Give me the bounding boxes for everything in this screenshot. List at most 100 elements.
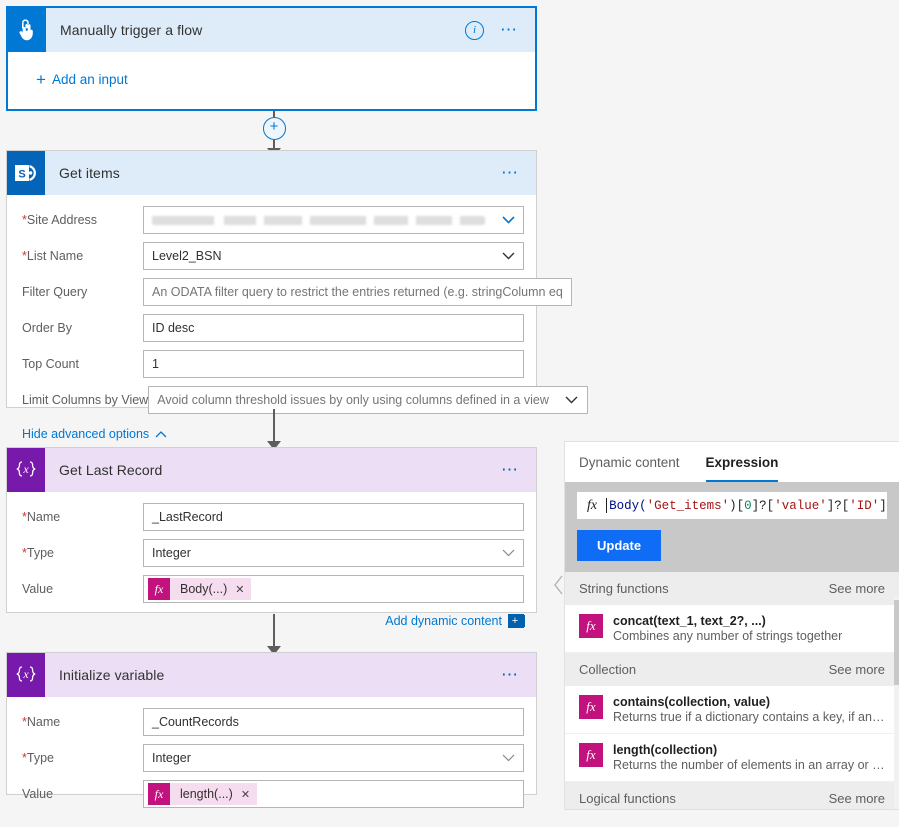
- remove-token-icon[interactable]: ✕: [235, 583, 244, 596]
- expression-input[interactable]: fx Body('Get_items')[0]?['value']?['ID']: [577, 492, 887, 519]
- card-header[interactable]: x Initialize variable ⋯: [7, 653, 536, 697]
- field-value: Integer: [152, 751, 191, 765]
- update-button[interactable]: Update: [577, 530, 662, 561]
- flow-card-initialize-variable[interactable]: x Initialize variable ⋯ *Name _CountReco…: [6, 652, 537, 808]
- variable-value-input[interactable]: fx length(...) ✕: [143, 780, 524, 808]
- add-step-button[interactable]: +: [262, 117, 286, 140]
- more-options-icon[interactable]: ⋯: [500, 21, 519, 38]
- token-pill[interactable]: length(...) ✕: [170, 783, 258, 805]
- filter-query-input[interactable]: An ODATA filter query to restrict the en…: [143, 278, 572, 306]
- card-title: Initialize variable: [59, 667, 165, 683]
- expression-token[interactable]: fx length(...) ✕: [144, 783, 258, 805]
- field-value: ID desc: [152, 321, 195, 335]
- chevron-down-icon[interactable]: [493, 252, 523, 260]
- card-header-actions: ⋯: [501, 666, 536, 683]
- see-more-link[interactable]: See more: [829, 662, 885, 677]
- tab-expression[interactable]: Expression: [705, 455, 779, 482]
- add-dynamic-content-link[interactable]: Add dynamic content: [385, 614, 502, 628]
- chevron-down-icon[interactable]: [493, 216, 523, 224]
- see-more-link[interactable]: See more: [829, 791, 885, 806]
- field-value: Integer: [152, 546, 191, 560]
- chevron-up-icon: [155, 427, 167, 441]
- field-value: 1: [152, 357, 159, 371]
- function-description: Combines any number of strings together: [613, 629, 843, 643]
- fx-icon: fx: [579, 614, 603, 638]
- fx-icon: fx: [579, 695, 603, 719]
- variable-name-input[interactable]: _CountRecords: [143, 708, 524, 736]
- redacted-value: [152, 215, 485, 225]
- remove-token-icon[interactable]: ✕: [241, 788, 250, 801]
- field-label: *Name: [22, 510, 61, 524]
- flow-canvas: Manually trigger a flow i ⋯ + Add an inp…: [0, 0, 588, 810]
- plus-icon: +: [36, 69, 46, 89]
- chevron-down-icon[interactable]: [493, 754, 523, 762]
- group-title: String functions: [579, 581, 669, 596]
- connector-arrow: [258, 409, 290, 450]
- group-title: Collection: [579, 662, 637, 677]
- group-title: Logical functions: [579, 791, 676, 806]
- function-signature: contains(collection, value): [613, 695, 770, 709]
- function-item[interactable]: fx concat(text_1, text_2?, ...) Combines…: [565, 605, 899, 653]
- hide-advanced-options-label: Hide advanced options: [22, 427, 150, 441]
- fx-icon: fx: [148, 783, 170, 805]
- variable-type-select[interactable]: Integer: [143, 539, 524, 567]
- field-value: Value fx Body(...) ✕: [7, 574, 536, 604]
- function-item[interactable]: fx length(collection) Returns the number…: [565, 734, 899, 782]
- card-header[interactable]: x Get Last Record ⋯: [7, 448, 536, 492]
- limit-columns-by-view-input[interactable]: Avoid column threshold issues by only us…: [148, 386, 588, 414]
- group-header-logical-functions: Logical functions See more: [565, 782, 899, 809]
- add-an-input-button[interactable]: + Add an input: [8, 66, 128, 89]
- more-options-icon[interactable]: ⋯: [501, 164, 520, 181]
- flow-card-get-items[interactable]: S Get items ⋯ *Site Address *List Name L…: [6, 150, 588, 441]
- site-address-input[interactable]: [143, 206, 524, 234]
- add-dynamic-content-icon[interactable]: +: [508, 614, 524, 628]
- sharepoint-icon: S: [7, 151, 45, 195]
- variable-name-input[interactable]: _LastRecord: [143, 503, 524, 531]
- top-count-input[interactable]: 1: [143, 350, 524, 378]
- function-description: Returns true if a dictionary contains a …: [613, 710, 885, 724]
- field-label: Filter Query: [22, 285, 88, 299]
- function-signature: length(collection): [613, 743, 718, 757]
- field-name: *Name _LastRecord: [7, 502, 536, 532]
- field-top-count: Top Count 1: [7, 349, 536, 379]
- card-header[interactable]: Manually trigger a flow i ⋯: [8, 8, 535, 52]
- field-label: *Type: [22, 546, 54, 560]
- field-placeholder: An ODATA filter query to restrict the en…: [152, 285, 563, 299]
- card-header-actions: i ⋯: [465, 20, 535, 40]
- fx-icon: fx: [579, 743, 603, 767]
- hide-advanced-options-link[interactable]: Hide advanced options: [7, 421, 167, 443]
- function-signature: concat(text_1, text_2?, ...): [613, 614, 766, 628]
- flow-card-trigger[interactable]: Manually trigger a flow i ⋯ + Add an inp…: [6, 6, 537, 111]
- more-options-icon[interactable]: ⋯: [501, 666, 520, 683]
- card-body: + Add an input: [8, 52, 535, 101]
- card-title: Get Last Record: [59, 462, 163, 478]
- field-label: *Type: [22, 751, 54, 765]
- token-pill[interactable]: Body(...) ✕: [170, 578, 252, 600]
- chevron-down-icon[interactable]: [557, 396, 587, 404]
- field-value: Value fx length(...) ✕: [7, 779, 536, 809]
- info-icon[interactable]: i: [465, 20, 484, 40]
- see-more-link[interactable]: See more: [829, 581, 885, 596]
- tab-dynamic-content[interactable]: Dynamic content: [579, 455, 680, 482]
- fx-icon: fx: [587, 497, 598, 513]
- variable-value-input[interactable]: fx Body(...) ✕: [143, 575, 524, 603]
- function-item[interactable]: fx contains(collection, value) Returns t…: [565, 686, 899, 734]
- flow-card-get-last-record[interactable]: x Get Last Record ⋯ *Name _LastRecord *T…: [6, 447, 537, 628]
- order-by-input[interactable]: ID desc: [143, 314, 524, 342]
- card-header[interactable]: S Get items ⋯: [7, 151, 536, 195]
- field-filter-query: Filter Query An ODATA filter query to re…: [7, 277, 572, 307]
- variable-type-select[interactable]: Integer: [143, 744, 524, 772]
- field-name: *Name _CountRecords: [7, 707, 536, 737]
- svg-text:x: x: [22, 462, 29, 476]
- token-label: Body(...): [180, 582, 228, 596]
- list-name-input[interactable]: Level2_BSN: [143, 242, 524, 270]
- field-label: *Site Address: [22, 213, 98, 227]
- panel-scrollbar-thumb[interactable]: [894, 600, 899, 685]
- chevron-down-icon[interactable]: [493, 549, 523, 557]
- field-type: *Type Integer: [7, 538, 536, 568]
- field-label: Value: [22, 582, 54, 596]
- expression-text: Body('Get_items')[0]?['value']?['ID']: [606, 497, 887, 513]
- expression-token[interactable]: fx Body(...) ✕: [144, 578, 252, 600]
- more-options-icon[interactable]: ⋯: [501, 461, 520, 478]
- field-placeholder: Avoid column threshold issues by only us…: [157, 393, 549, 407]
